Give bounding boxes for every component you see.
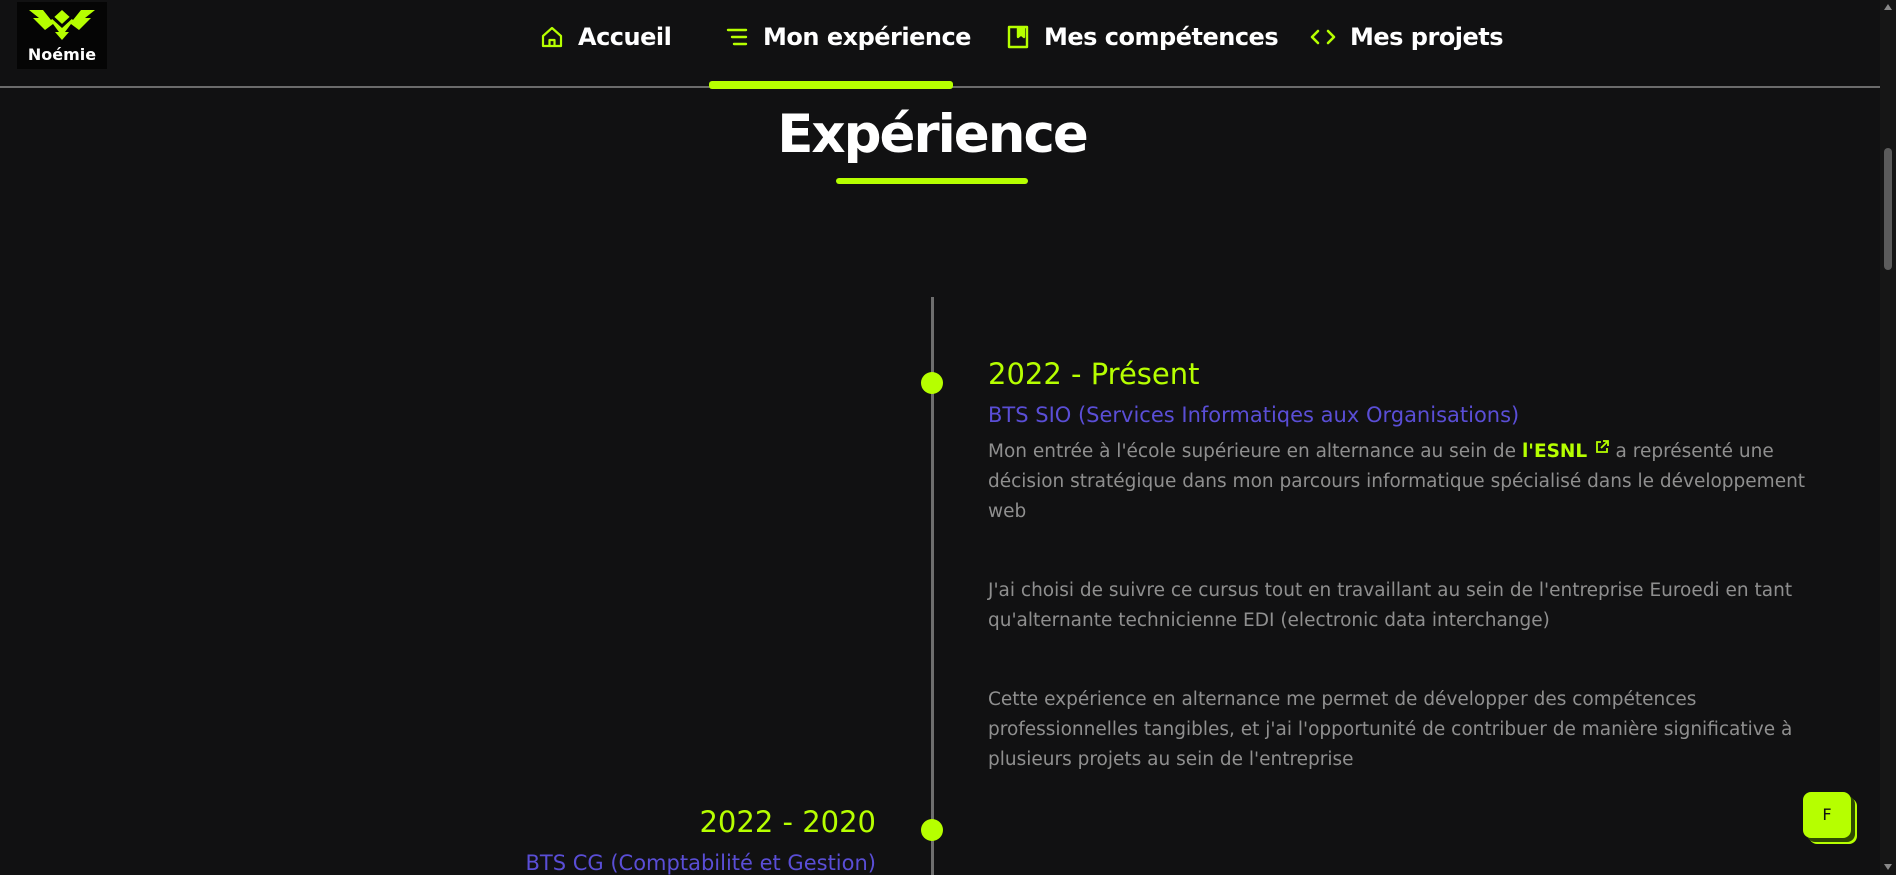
active-nav-indicator	[709, 81, 953, 89]
entry-degree: BTS SIO (Services Informatiqes aux Organ…	[988, 403, 1520, 427]
code-icon	[1310, 29, 1336, 45]
esnl-link[interactable]: l'ESNL	[1521, 440, 1610, 462]
scroll-down-icon[interactable]	[1884, 864, 1892, 870]
list-icon	[726, 28, 748, 46]
page-title: Expérience	[777, 104, 1089, 165]
esnl-link-text: l'ESNL	[1521, 441, 1588, 462]
scroll-up-icon[interactable]	[1884, 4, 1892, 10]
nav-item-accueil[interactable]: Accueil	[540, 14, 672, 60]
entry-year: 2022 - Présent	[988, 357, 1200, 391]
scrollbar[interactable]	[1880, 0, 1896, 875]
logo[interactable]: Noémie	[17, 2, 107, 69]
logo-emblem-icon	[29, 10, 95, 40]
nav-label-experience: Mon expérience	[763, 23, 971, 51]
nav-item-experience[interactable]: Mon expérience	[725, 14, 971, 60]
floating-button[interactable]: F	[1803, 792, 1851, 838]
timeline-entry: 2022 - 2020 BTS CG (Comptabilité et Gest…	[400, 805, 877, 875]
paragraph-text: Mon entrée à l'école supérieure en alter…	[988, 441, 1522, 462]
timeline-entry: 2022 - Présent BTS SIO (Services Informa…	[988, 357, 1838, 775]
external-link-icon	[1595, 440, 1609, 453]
entry-degree: BTS CG (Comptabilité et Gestion)	[525, 851, 877, 875]
entry-paragraph: Cette expérience en alternance me permet…	[988, 689, 1793, 770]
home-icon	[541, 26, 563, 48]
nav-label-accueil: Accueil	[578, 23, 672, 51]
timeline-dot	[921, 819, 943, 841]
scrollbar-thumb[interactable]	[1884, 148, 1892, 270]
nav-label-competences: Mes compétences	[1044, 23, 1279, 51]
nav-item-projets[interactable]: Mes projets	[1310, 14, 1504, 60]
top-navbar: Noémie Accueil Mon expérience Mes compét…	[0, 0, 1880, 89]
entry-paragraph: Mon entrée à l'école supérieure en alter…	[988, 437, 1838, 527]
timeline-dot	[921, 372, 943, 394]
entry-paragraph: J'ai choisi de suivre ce cursus tout en …	[988, 580, 1793, 631]
entry-year: 2022 - 2020	[699, 805, 876, 839]
nav-item-competences[interactable]: Mes compétences	[1006, 14, 1279, 60]
book-icon	[1007, 25, 1029, 49]
nav-label-projets: Mes projets	[1350, 23, 1504, 51]
title-underline	[836, 178, 1028, 184]
logo-text: Noémie	[27, 45, 97, 64]
